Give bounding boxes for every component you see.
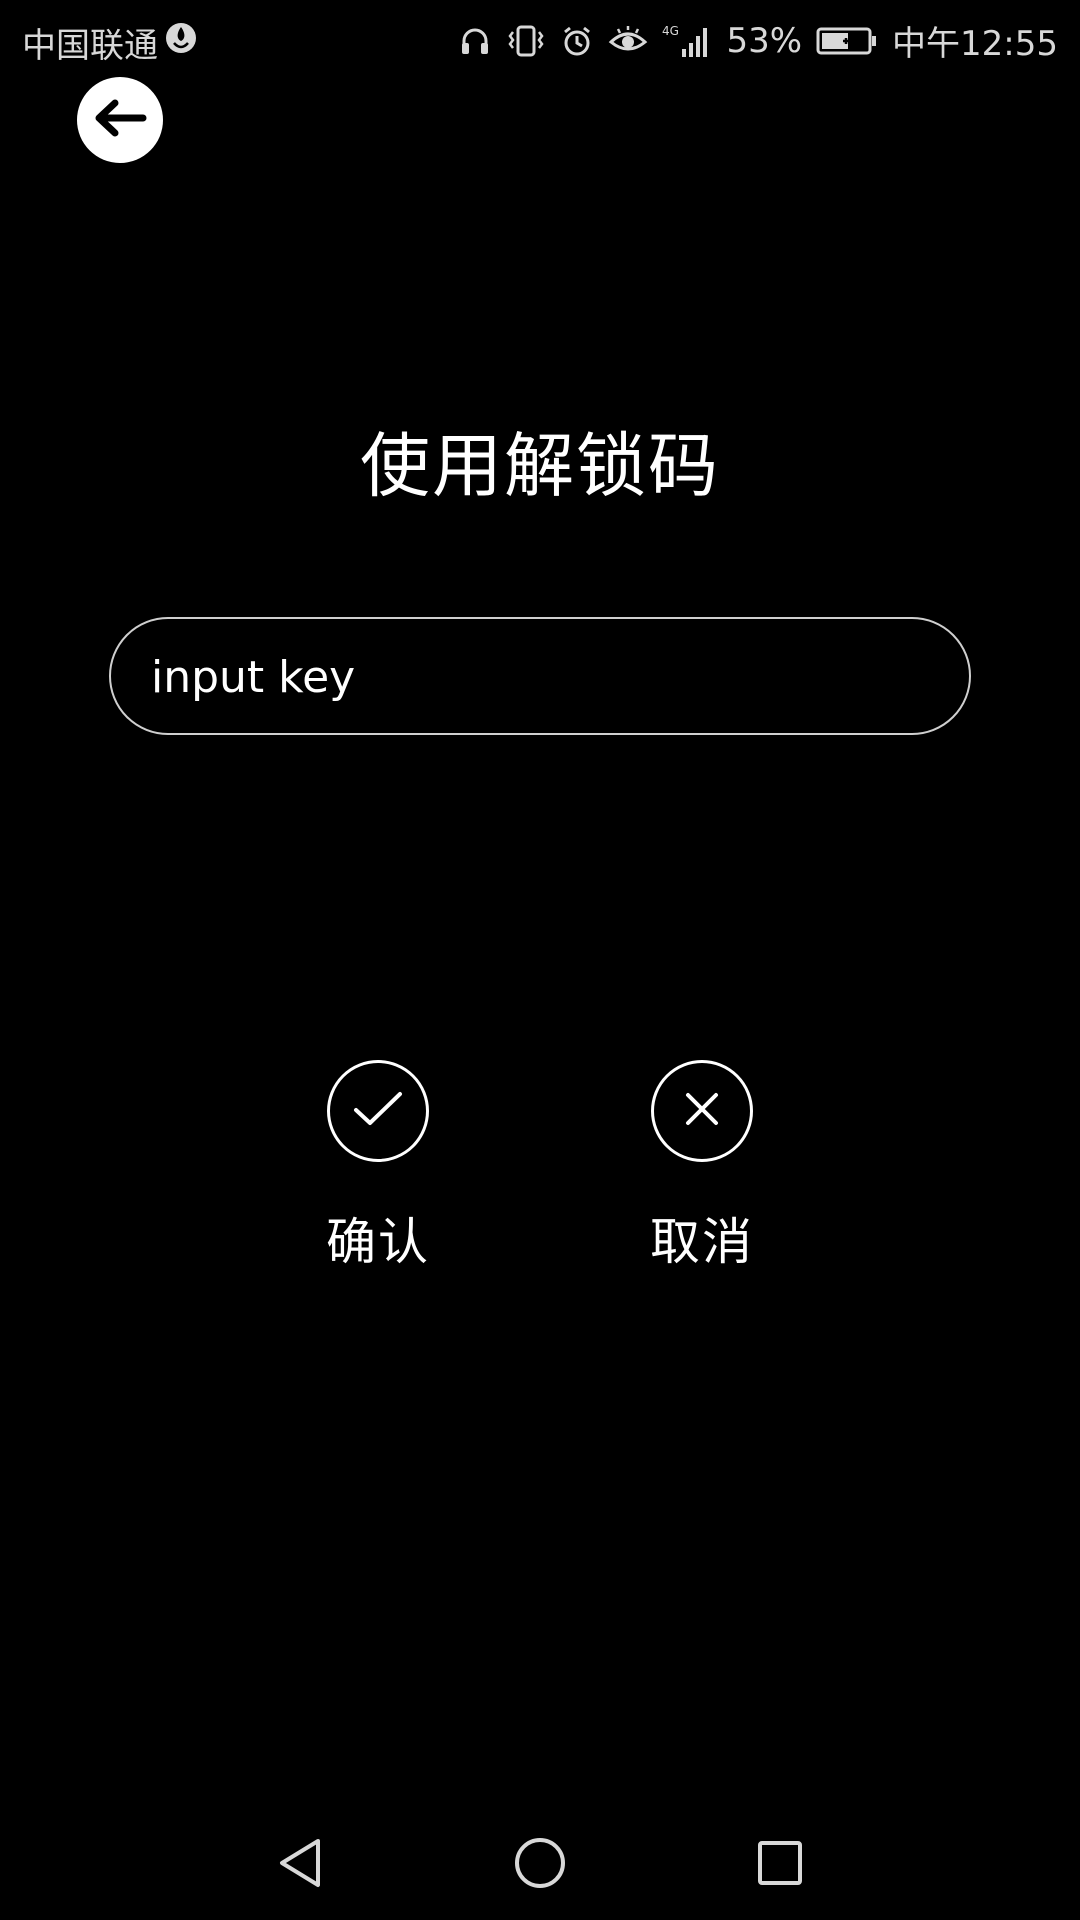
signal-icon: 4G [662, 23, 712, 59]
carrier-group: 中国联通 [22, 18, 198, 67]
alarm-icon [560, 24, 594, 58]
status-icons: 4G 53% 中午12:55 [458, 16, 1058, 65]
unlock-key-input[interactable] [149, 619, 933, 735]
status-bar: 中国联通 4G 53% 中午12:55 [0, 0, 1080, 76]
nav-back-button[interactable] [265, 1830, 335, 1900]
battery-percent: 53% [726, 20, 803, 61]
vibrate-icon [506, 24, 546, 58]
unlock-code-screen: 中国联通 4G 53% 中午12:55 使用解锁码 input key 确认 取… [0, 0, 1080, 1920]
confirm-label[interactable]: 确认 [326, 1202, 430, 1274]
cancel-circle[interactable] [651, 1060, 753, 1162]
page-title: 使用解锁码 [360, 425, 720, 507]
hotspot-icon [164, 21, 198, 64]
nav-home-icon [512, 1835, 568, 1895]
arrow-left-icon [93, 98, 147, 142]
nav-recent-button[interactable] [745, 1830, 815, 1900]
nav-recent-icon [754, 1837, 806, 1893]
confirm-circle[interactable] [327, 1060, 429, 1162]
navigation-bar [0, 1800, 1080, 1920]
back-button[interactable] [77, 77, 163, 163]
headphone-icon [458, 24, 492, 58]
clock: 中午12:55 [892, 24, 1058, 64]
close-icon [682, 1089, 722, 1133]
check-icon [352, 1089, 404, 1133]
network-type-label: 4G [662, 24, 679, 38]
eye-comfort-icon [608, 24, 648, 58]
cancel-label[interactable]: 取消 [650, 1202, 754, 1274]
key-input-container [109, 617, 971, 735]
confirm-button[interactable]: 确认 [278, 1060, 478, 1274]
cancel-button[interactable]: 取消 [602, 1060, 802, 1274]
carrier-name: 中国联通 [22, 26, 158, 66]
battery-charging-icon [816, 25, 878, 57]
nav-home-button[interactable] [505, 1830, 575, 1900]
nav-back-icon [274, 1835, 326, 1895]
